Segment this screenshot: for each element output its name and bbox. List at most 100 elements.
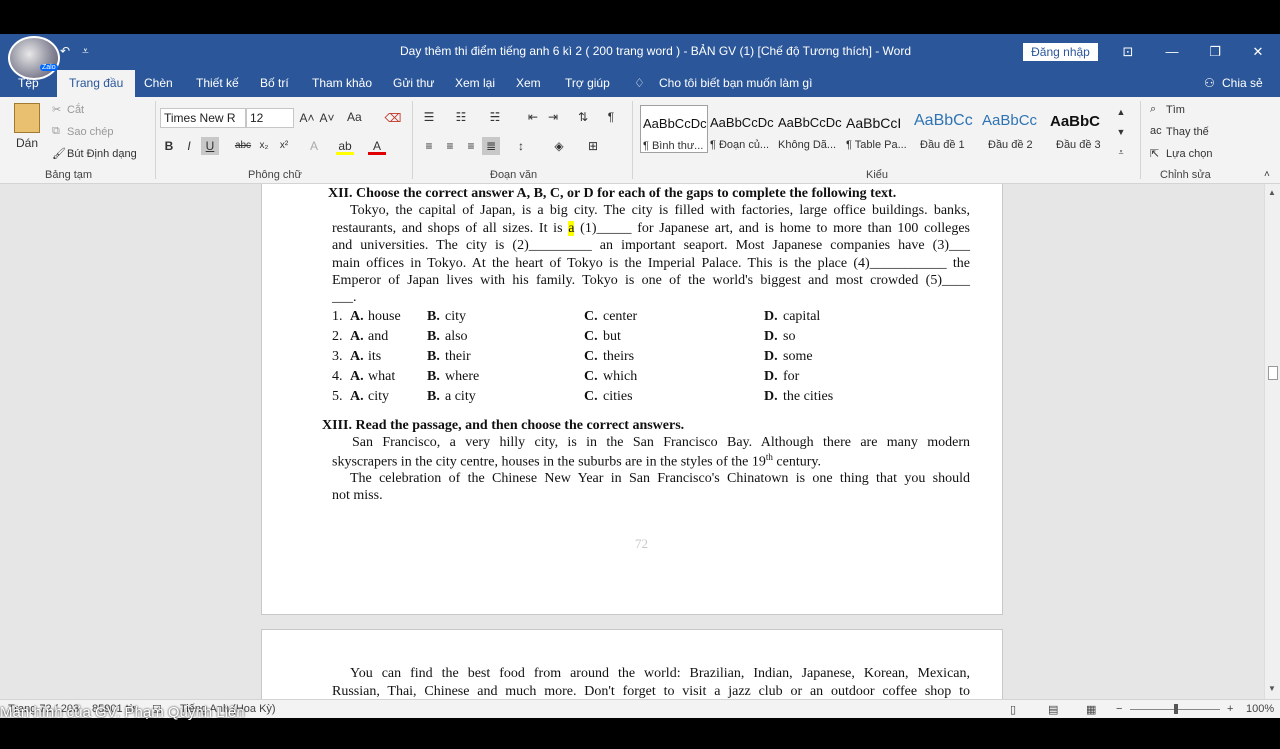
- option-number: 2.: [332, 329, 343, 344]
- page[interactable]: XII. Choose the correct answer A, B, C, …: [261, 184, 1003, 615]
- close-icon[interactable]: ✕: [1248, 43, 1268, 61]
- text-fragment: skyscrapers in the city centre, houses i…: [332, 454, 766, 470]
- style-heading-3[interactable]: AaBbC Đầu đề 3: [1048, 105, 1116, 153]
- subscript-icon[interactable]: x₂: [255, 137, 273, 155]
- style-normal[interactable]: AaBbCcDc ¶ Bình thư...: [640, 105, 708, 153]
- collapse-ribbon-icon[interactable]: ˄: [1264, 169, 1270, 180]
- line-spacing-icon[interactable]: ↕: [512, 137, 530, 155]
- font-size-select[interactable]: 12: [246, 108, 294, 128]
- option-letter-b: B.: [427, 329, 440, 344]
- align-right-icon[interactable]: ≡: [462, 137, 480, 155]
- justify-icon[interactable]: ≣: [482, 137, 500, 155]
- text-effects-icon[interactable]: A: [305, 137, 323, 155]
- vertical-scrollbar[interactable]: ▲ ▼: [1264, 184, 1280, 699]
- multilevel-list-icon[interactable]: ☵: [486, 108, 504, 126]
- select-icon: ⇱: [1150, 148, 1160, 160]
- font-color-icon[interactable]: A: [368, 137, 386, 155]
- font-family-select[interactable]: Times New R: [160, 108, 246, 128]
- font-size-value: 12: [250, 111, 264, 125]
- print-layout-icon[interactable]: ▤: [1048, 703, 1058, 716]
- align-left-icon[interactable]: ≡: [420, 137, 438, 155]
- scroll-up-icon[interactable]: ▲: [1268, 188, 1276, 197]
- change-case-button[interactable]: Aa: [347, 110, 362, 124]
- scroll-down-icon[interactable]: ▼: [1268, 684, 1276, 693]
- style-heading-2[interactable]: AaBbCc Đầu đề 2: [980, 105, 1048, 153]
- format-painter-button[interactable]: Bút Định dạng: [67, 148, 137, 160]
- cut-button[interactable]: Cắt: [67, 104, 84, 116]
- read-mode-icon[interactable]: ▯: [1010, 703, 1016, 716]
- increase-indent-icon[interactable]: ⇥: [544, 108, 562, 126]
- shading-icon[interactable]: ◈: [550, 137, 568, 155]
- highlight-color-icon[interactable]: ab: [336, 137, 354, 155]
- zalo-badge: Zalo: [40, 64, 58, 71]
- option-c: but: [603, 329, 621, 344]
- bold-icon[interactable]: B: [160, 137, 178, 155]
- shrink-font-icon[interactable]: A˅: [318, 109, 336, 127]
- zoom-slider-handle[interactable]: [1174, 704, 1178, 714]
- tab-help[interactable]: Trợ giúp: [565, 76, 610, 90]
- paste-button[interactable]: Dán: [16, 136, 38, 150]
- text-line: restaurants, and shops of all sizes. It …: [332, 221, 970, 237]
- window-title: Day thêm thi điểm tiếng anh 6 kì 2 ( 200…: [400, 44, 912, 58]
- tab-design[interactable]: Thiết kế: [196, 76, 239, 90]
- restore-icon[interactable]: ❐: [1205, 43, 1225, 61]
- numbering-icon[interactable]: ☷: [452, 108, 470, 126]
- grow-font-icon[interactable]: A˄: [298, 109, 316, 127]
- style-no-spacing[interactable]: AaBbCcDc Không Dã...: [776, 105, 844, 153]
- clear-formatting-icon[interactable]: ⌫: [384, 109, 402, 127]
- signin-button[interactable]: Đăng nhập: [1023, 43, 1098, 61]
- select-button[interactable]: Lựa chọn: [1166, 148, 1213, 160]
- styles-scroll-down-icon[interactable]: ▼: [1112, 123, 1130, 141]
- styles-more-icon[interactable]: ⩡: [1112, 143, 1130, 161]
- copy-button[interactable]: Sao chép: [67, 126, 113, 138]
- replace-button[interactable]: Thay thế: [1166, 126, 1209, 138]
- tab-view[interactable]: Xem: [516, 76, 541, 90]
- zoom-in-icon[interactable]: +: [1227, 703, 1233, 715]
- borders-icon[interactable]: ⊞: [584, 137, 602, 155]
- web-layout-icon[interactable]: ▦: [1086, 703, 1096, 716]
- page[interactable]: You can find the best food from around t…: [261, 629, 1003, 699]
- text-line: skyscrapers in the city centre, houses i…: [332, 452, 821, 471]
- decrease-indent-icon[interactable]: ⇤: [524, 108, 542, 126]
- option-letter-b: B.: [427, 349, 440, 364]
- align-center-icon[interactable]: ≡: [441, 137, 459, 155]
- tab-home[interactable]: Trang đầu: [57, 70, 136, 97]
- ribbon-display-options-icon[interactable]: ⊡: [1118, 43, 1138, 61]
- customize-qat-icon[interactable]: ⩡: [82, 44, 89, 59]
- zoom-out-icon[interactable]: −: [1116, 703, 1122, 715]
- option-a: house: [368, 309, 401, 324]
- tell-me-box[interactable]: Cho tôi biết bạn muốn làm gì: [659, 76, 812, 90]
- paste-icon[interactable]: [14, 103, 40, 133]
- style-table-paragraph[interactable]: AaBbCcI ¶ Table Pa...: [844, 105, 912, 153]
- zoom-level[interactable]: 100%: [1246, 703, 1274, 715]
- option-number: 4.: [332, 369, 343, 384]
- superscript-text: th: [765, 452, 773, 462]
- superscript-icon[interactable]: x²: [275, 137, 293, 155]
- show-marks-icon[interactable]: ¶: [602, 108, 620, 126]
- tab-references[interactable]: Tham khảo: [312, 76, 372, 90]
- tab-review[interactable]: Xem lại: [455, 76, 495, 90]
- share-button[interactable]: Chia sẻ: [1222, 76, 1263, 90]
- tab-mailings[interactable]: Gửi thư: [393, 76, 434, 90]
- tab-layout[interactable]: Bố trí: [260, 76, 289, 90]
- text-line: Russian, Thai, Chinese and much more. Do…: [332, 684, 970, 699]
- undo-icon[interactable]: ↶: [60, 44, 70, 58]
- styles-scroll-up-icon[interactable]: ▲: [1112, 103, 1130, 121]
- style-list-paragraph[interactable]: AaBbCcDc ¶ Đoạn củ...: [708, 105, 776, 153]
- strikethrough-icon[interactable]: abc: [234, 137, 252, 155]
- sort-icon[interactable]: ⇅: [574, 108, 592, 126]
- underline-icon[interactable]: U: [201, 137, 219, 155]
- text-line: not miss.: [332, 488, 383, 503]
- find-button[interactable]: Tìm: [1166, 104, 1185, 116]
- italic-icon[interactable]: I: [180, 137, 198, 155]
- scrollbar-thumb[interactable]: [1268, 366, 1278, 380]
- overlay-caption: Màn hình của GV: Phạm Quỳnh Liên: [0, 704, 245, 721]
- bullets-icon[interactable]: ☰: [420, 108, 438, 126]
- style-heading-1[interactable]: AaBbCc Đầu đề 1: [912, 105, 980, 153]
- style-name: Không Dã...: [778, 139, 837, 151]
- option-letter-c: C.: [584, 329, 598, 344]
- tab-insert[interactable]: Chèn: [144, 76, 173, 90]
- text-line: and universities. The city is (2)_______…: [332, 238, 970, 253]
- text-line: San Francisco, a very hilly city, is in …: [352, 435, 970, 450]
- minimize-icon[interactable]: —: [1162, 43, 1182, 61]
